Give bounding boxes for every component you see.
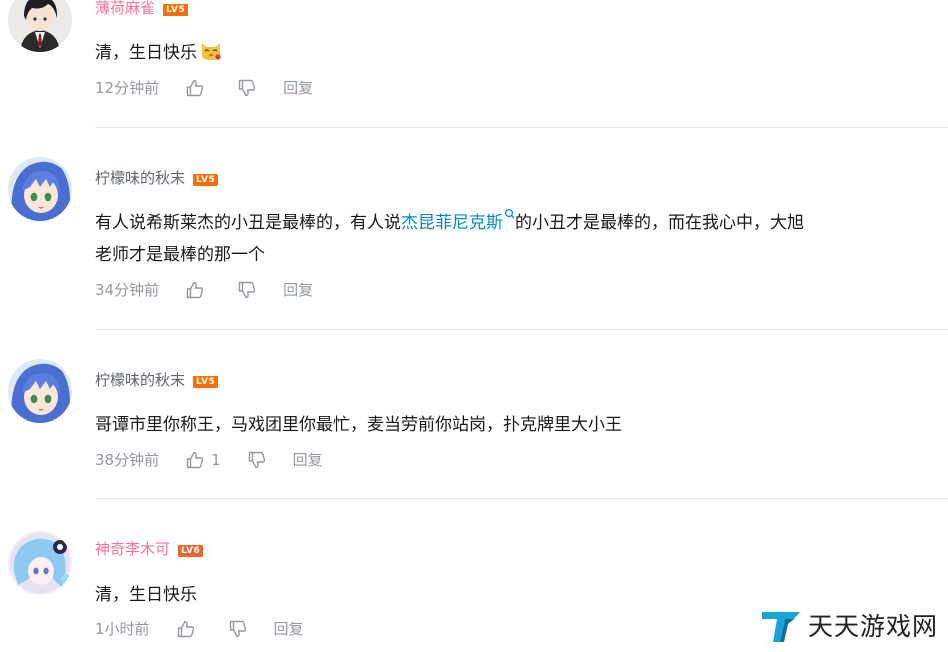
like-count: 1	[211, 451, 221, 469]
search-icon	[504, 208, 515, 219]
comment-meta: 34分钟前 回复	[95, 280, 313, 300]
username[interactable]: 薄荷麻雀 LV5	[95, 0, 189, 18]
comment-text: 清，生日快乐	[95, 37, 945, 69]
dislike-icon[interactable]	[228, 619, 248, 639]
level-badge: LV5	[163, 4, 189, 16]
comment-text-line2: 老师才是最棒的那一个	[95, 245, 265, 265]
dislike-icon[interactable]	[237, 78, 257, 98]
comment-item: 柠檬味的秋末 LV5 哥谭市里你称王，马戏团里你最忙，麦当劳前你站岗，扑克牌里大小…	[0, 330, 948, 500]
reply-button[interactable]: 回复	[283, 78, 313, 98]
level-badge: LV6	[178, 545, 204, 557]
username[interactable]: 柠檬味的秋末 LV5	[95, 370, 219, 390]
level-badge: LV5	[193, 174, 219, 186]
watermark: 天天游戏网	[760, 606, 938, 644]
comment-text: 有人说希斯莱杰的小丑是最棒的，有人说杰昆菲尼克斯 的小丑才是最棒的，而在我心中，大…	[95, 207, 945, 239]
watermark-logo-icon	[762, 612, 800, 642]
comment-meta: 1小时前 回复	[95, 619, 304, 639]
avatar[interactable]	[8, 157, 72, 221]
timestamp: 12分钟前	[95, 79, 160, 97]
cat-emoji-icon	[199, 38, 223, 62]
dislike-icon[interactable]	[237, 280, 257, 300]
comment-item: 柠檬味的秋末 LV5 有人说希斯莱杰的小丑是最棒的，有人说杰昆菲尼克斯 的小丑才是最…	[0, 128, 948, 330]
username-text[interactable]: 柠檬味的秋末	[95, 371, 185, 389]
username-text[interactable]: 柠檬味的秋末	[95, 169, 185, 187]
username-text[interactable]: 薄荷麻雀	[95, 0, 155, 17]
comment-meta: 12分钟前 回复	[95, 78, 313, 98]
comment-meta: 38分钟前 1 回复	[95, 450, 323, 470]
search-link-text[interactable]: 杰昆菲尼克斯	[401, 213, 503, 233]
comment-item: 薄荷麻雀 LV5 清，生日快乐 12分钟前 回复	[0, 0, 948, 128]
level-badge: LV5	[193, 376, 219, 388]
reply-button[interactable]: 回复	[274, 619, 304, 639]
avatar[interactable]	[8, 0, 72, 52]
comment-text: 哥谭市里你称王，马戏团里你最忙，麦当劳前你站岗，扑克牌里大小王	[95, 415, 622, 435]
username[interactable]: 柠檬味的秋末 LV5	[95, 168, 219, 188]
reply-button[interactable]: 回复	[293, 450, 323, 470]
reply-button[interactable]: 回复	[283, 280, 313, 300]
comment-text-part: 的小丑才是最棒的，而在我心中，大旭	[515, 213, 804, 233]
watermark-text: 天天游戏网	[808, 612, 939, 641]
comment-text-part: 有人说希斯莱杰的小丑是最棒的，有人说	[95, 213, 401, 233]
comment-text-content: 清，生日快乐	[95, 43, 197, 63]
avatar[interactable]	[8, 531, 72, 595]
username-text[interactable]: 神奇李木可	[95, 540, 170, 558]
timestamp: 34分钟前	[95, 281, 160, 299]
like-icon[interactable]	[185, 280, 205, 300]
username[interactable]: 神奇李木可 LV6	[95, 539, 204, 559]
timestamp: 1小时前	[95, 620, 150, 638]
like-icon[interactable]	[185, 450, 205, 470]
search-link[interactable]: 杰昆菲尼克斯	[401, 208, 515, 233]
avatar[interactable]	[8, 359, 72, 423]
dislike-icon[interactable]	[247, 450, 267, 470]
timestamp: 38分钟前	[95, 451, 160, 469]
like-icon[interactable]	[176, 619, 196, 639]
like-icon[interactable]	[185, 78, 205, 98]
